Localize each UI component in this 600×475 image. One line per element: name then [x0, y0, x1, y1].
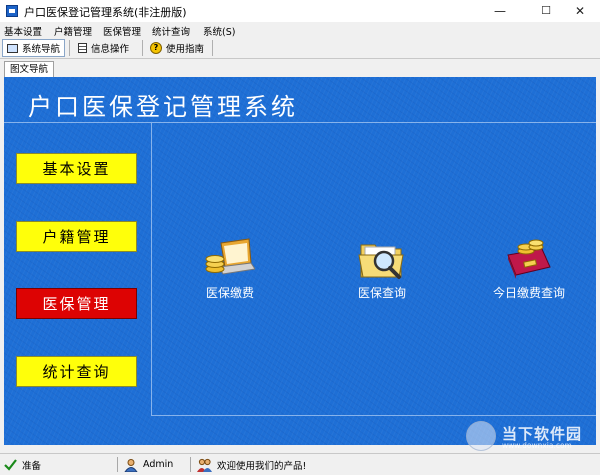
monitor-icon — [7, 43, 18, 53]
func-today-payment-query-label: 今日缴费查询 — [492, 286, 565, 300]
nav-basic-settings-button[interactable]: 基本设置 — [16, 153, 137, 184]
menu-bar: 基本设置 户籍管理 医保管理 统计查询 系统(S) — [0, 22, 600, 38]
watermark-logo-icon — [466, 421, 496, 451]
info-operation-button[interactable]: 信息操作 — [74, 39, 133, 57]
system-nav-label: 系统导航 — [22, 44, 61, 55]
laptop-coins-icon — [205, 238, 256, 275]
tab-row: 图文导航 — [0, 59, 600, 77]
func-insurance-payment-label: 医保缴费 — [205, 286, 254, 300]
document-icon — [78, 43, 87, 53]
status-ready-label: 准备 — [22, 460, 42, 472]
status-user: Admin — [124, 457, 173, 472]
main-title: 户口医保登记管理系统 — [28, 93, 298, 121]
main-panel: 户口医保登记管理系统 基本设置 户籍管理 医保管理 统计查询 医保缴费 医保查询 — [4, 77, 596, 445]
func-insurance-query-label: 医保查询 — [357, 286, 406, 300]
status-separator — [190, 457, 191, 472]
divider-bottom — [151, 415, 596, 416]
func-insurance-query[interactable]: 医保查询 — [346, 237, 418, 301]
close-button[interactable]: ✕ — [560, 0, 600, 22]
user-icon — [124, 458, 138, 472]
wallet-coins-icon — [507, 239, 551, 279]
menu-statistics[interactable]: 统计查询 — [152, 24, 190, 38]
tab-graphic-nav[interactable]: 图文导航 — [4, 61, 55, 77]
ready-icon — [4, 459, 17, 471]
minimize-button[interactable]: — — [480, 0, 520, 22]
info-operation-label: 信息操作 — [91, 44, 130, 55]
status-message: 欢迎使用我们的产品! — [197, 457, 306, 472]
menu-medical-insurance[interactable]: 医保管理 — [103, 24, 141, 38]
status-separator — [117, 457, 118, 472]
app-icon — [6, 5, 18, 17]
user-guide-button[interactable]: ? 使用指南 — [146, 39, 208, 57]
users-group-icon — [197, 458, 212, 472]
toolbar-separator — [69, 40, 70, 56]
toolbar-separator — [212, 40, 213, 56]
status-user-label: Admin — [143, 459, 174, 470]
menu-system[interactable]: 系统(S) — [203, 24, 235, 38]
status-message-label: 欢迎使用我们的产品! — [217, 460, 307, 472]
title-bar: 户口医保登记管理系统(非注册版) — ☐ ✕ — [0, 0, 600, 23]
watermark: 当下软件园 www.downxia.com — [466, 421, 592, 451]
folder-search-icon — [358, 244, 404, 279]
help-icon: ? — [150, 42, 162, 54]
window-title: 户口医保登记管理系统(非注册版) — [24, 6, 187, 19]
nav-statistics-button[interactable]: 统计查询 — [16, 356, 137, 387]
toolbar: 系统导航 信息操作 ? 使用指南 — [0, 38, 600, 59]
func-today-payment-query[interactable]: 今日缴费查询 — [484, 237, 574, 301]
toolbar-separator — [142, 40, 143, 56]
divider-horizontal — [4, 122, 596, 123]
menu-basic-settings[interactable]: 基本设置 — [4, 24, 42, 38]
nav-medical-insurance-button[interactable]: 医保管理 — [16, 288, 137, 319]
menu-household[interactable]: 户籍管理 — [54, 24, 92, 38]
system-nav-button[interactable]: 系统导航 — [2, 39, 66, 57]
nav-household-button[interactable]: 户籍管理 — [16, 221, 137, 252]
watermark-url: www.downxia.com — [502, 441, 572, 450]
status-bar: 准备 Admin 欢迎使用我们的产品! — [0, 453, 600, 475]
user-guide-label: 使用指南 — [166, 44, 205, 55]
func-insurance-payment[interactable]: 医保缴费 — [194, 237, 266, 301]
status-ready: 准备 — [4, 457, 41, 472]
divider-vertical — [151, 123, 152, 415]
